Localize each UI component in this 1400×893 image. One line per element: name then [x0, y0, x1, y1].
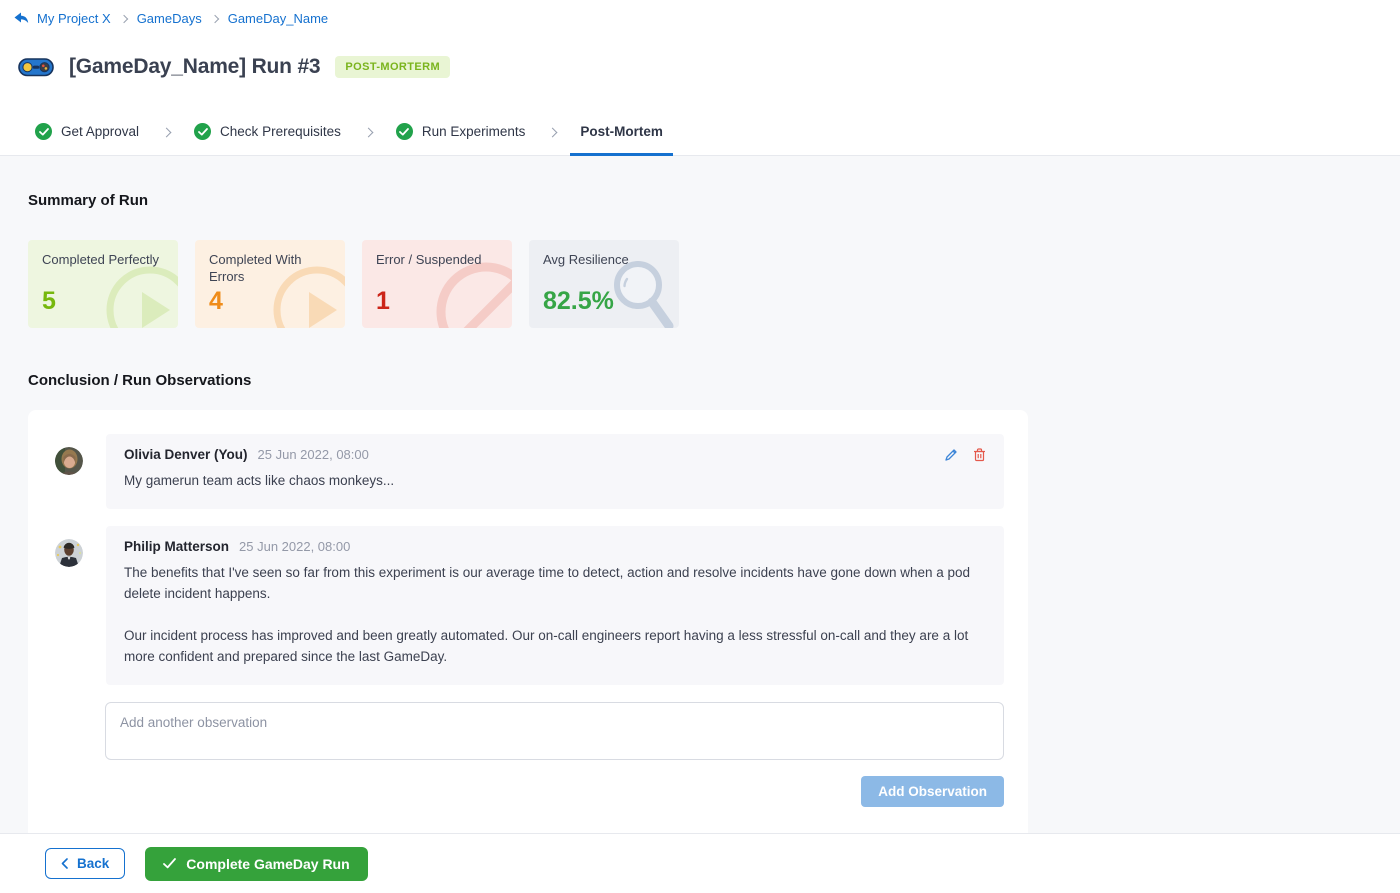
chevron-right-icon: [119, 14, 127, 22]
chevron-left-icon: [61, 858, 68, 869]
tab-label: Run Experiments: [422, 124, 526, 139]
check-circle-icon: [396, 123, 413, 140]
edit-icon[interactable]: [944, 448, 958, 462]
observation-author: Olivia Denver (You): [124, 447, 248, 462]
tab-label: Check Prerequisites: [220, 124, 341, 139]
back-button-label: Back: [77, 856, 109, 871]
check-icon: [163, 858, 176, 869]
main-content: Summary of Run Completed Perfectly 5 Com…: [0, 156, 1400, 833]
tab-check-prerequisites[interactable]: Check Prerequisites: [184, 110, 351, 156]
check-circle-icon: [194, 123, 211, 140]
complete-button-label: Complete GameDay Run: [186, 856, 349, 872]
observation-card: Olivia Denver (You) 25 Jun 2022, 08:00 M…: [106, 434, 1004, 509]
chevron-right-icon: [351, 110, 386, 155]
chevron-right-icon: [149, 110, 184, 155]
stat-value: 82.5%: [543, 287, 669, 316]
stat-card-completed-perfectly: Completed Perfectly 5: [28, 240, 178, 328]
tab-label: Post-Mortem: [580, 124, 663, 139]
status-badge: POST-MORTERM: [335, 56, 450, 78]
back-button[interactable]: Back: [45, 848, 125, 879]
stat-value: 5: [42, 287, 168, 316]
tab-label: Get Approval: [61, 124, 139, 139]
delete-icon[interactable]: [973, 448, 986, 462]
page-header: My Project X GameDays GameDay_Name [Game…: [0, 0, 1400, 110]
stat-value: 4: [209, 287, 335, 316]
page-title: [GameDay_Name] Run #3: [69, 55, 320, 79]
breadcrumb: My Project X GameDays GameDay_Name: [14, 11, 1400, 26]
tab-post-mortem[interactable]: Post-Mortem: [570, 110, 673, 156]
observation-body: My gamerun team acts like chaos monkeys.…: [124, 471, 986, 492]
breadcrumb-item-gamedays[interactable]: GameDays: [137, 11, 202, 26]
gamepad-icon: [18, 55, 54, 79]
complete-gameday-run-button[interactable]: Complete GameDay Run: [145, 847, 367, 881]
observation-body: The benefits that I've seen so far from …: [124, 563, 986, 668]
observation-timestamp: 25 Jun 2022, 08:00: [239, 539, 350, 554]
breadcrumb-item-gameday-name[interactable]: GameDay_Name: [228, 11, 328, 26]
observation-item: Olivia Denver (You) 25 Jun 2022, 08:00 M…: [55, 434, 1004, 509]
summary-heading: Summary of Run: [28, 156, 1372, 209]
project-icon: [14, 12, 29, 25]
chevron-right-icon: [535, 110, 570, 155]
stat-label: Avg Resilience: [543, 252, 669, 269]
stat-card-avg-resilience: Avg Resilience 82.5%: [529, 240, 679, 328]
observation-input[interactable]: [105, 702, 1004, 760]
check-circle-icon: [35, 123, 52, 140]
observation-author: Philip Matterson: [124, 539, 229, 554]
step-tabbar: Get Approval Check Prerequisites Run Exp…: [0, 110, 1400, 156]
summary-cards: Completed Perfectly 5 Completed With Err…: [28, 240, 1372, 328]
chevron-right-icon: [210, 14, 218, 22]
tab-get-approval[interactable]: Get Approval: [25, 110, 149, 156]
stat-label: Completed With Errors: [209, 252, 335, 285]
observations-panel: Olivia Denver (You) 25 Jun 2022, 08:00 M…: [28, 410, 1028, 833]
stat-label: Error / Suspended: [376, 252, 502, 269]
stat-label: Completed Perfectly: [42, 252, 168, 269]
observation-item: Philip Matterson 25 Jun 2022, 08:00 The …: [55, 526, 1004, 685]
stat-value: 1: [376, 287, 502, 316]
observations-heading: Conclusion / Run Observations: [28, 328, 1372, 389]
footer-bar: Back Complete GameDay Run: [0, 833, 1400, 893]
stat-card-error-suspended: Error / Suspended 1: [362, 240, 512, 328]
observation-timestamp: 25 Jun 2022, 08:00: [258, 447, 369, 462]
breadcrumb-item-project[interactable]: My Project X: [37, 11, 111, 26]
add-observation-button[interactable]: Add Observation: [861, 776, 1004, 807]
avatar: [55, 539, 83, 567]
observation-card: Philip Matterson 25 Jun 2022, 08:00 The …: [106, 526, 1004, 685]
tab-run-experiments[interactable]: Run Experiments: [386, 110, 536, 156]
stat-card-completed-with-errors: Completed With Errors 4: [195, 240, 345, 328]
avatar: [55, 447, 83, 475]
